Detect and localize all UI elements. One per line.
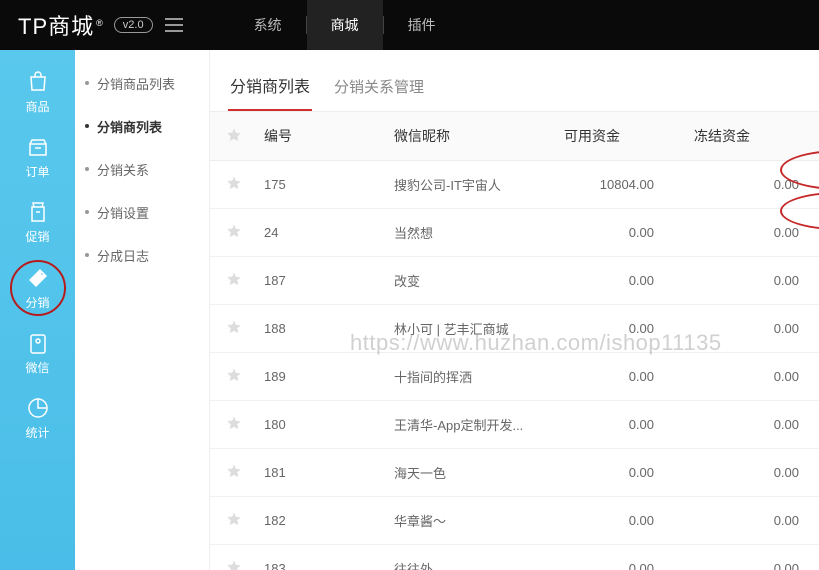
cell-available: 0.00 (554, 353, 684, 401)
top-nav-item[interactable]: 插件 (384, 0, 460, 50)
sidebar-icon-goods[interactable]: 商品 (13, 65, 63, 120)
star-icon[interactable] (210, 161, 254, 209)
cell-available: 0.00 (554, 401, 684, 449)
sub-menu-item[interactable]: 分成日志 (75, 234, 209, 277)
sidebar-icon-promo[interactable]: 促销 (13, 195, 63, 250)
icon-label: 商品 (25, 98, 49, 115)
sidebar-icon-distribution[interactable]: 分销 (10, 260, 66, 316)
cell-id: 188 (254, 305, 384, 353)
cell-nickname: 搜豹公司-IT宇宙人 (384, 161, 554, 209)
table-row[interactable]: 182华章酱～0.000.00 (210, 497, 819, 545)
table-header-row: 编号 微信昵称 可用资金 冻结资金 (210, 112, 819, 161)
cell-available: 0.00 (554, 497, 684, 545)
cell-id: 183 (254, 545, 384, 570)
logo: TP商城® (18, 9, 104, 41)
page-tabs: 分销商列表分销关系管理 (210, 50, 819, 112)
star-icon[interactable] (210, 545, 254, 570)
cell-id: 182 (254, 497, 384, 545)
icon-label: 促销 (25, 228, 49, 245)
cell-id: 187 (254, 257, 384, 305)
menu-toggle-icon[interactable] (165, 18, 183, 32)
version-badge: v2.0 (114, 17, 153, 33)
cell-nickname: 改变 (384, 257, 554, 305)
col-id[interactable]: 编号 (254, 112, 384, 161)
cell-id: 181 (254, 449, 384, 497)
col-star (210, 112, 254, 161)
table-row[interactable]: 175搜豹公司-IT宇宙人10804.000.00 (210, 161, 819, 209)
icon-label: 微信 (25, 359, 49, 376)
cell-frozen: 0.00 (684, 497, 819, 545)
distributor-table: 编号 微信昵称 可用资金 冻结资金 175搜豹公司-IT宇宙人10804.000… (210, 112, 819, 570)
top-nav: 系统商城插件 (230, 0, 460, 50)
cell-available: 0.00 (554, 257, 684, 305)
cell-available: 0.00 (554, 305, 684, 353)
table-row[interactable]: 187改变0.000.00 (210, 257, 819, 305)
sub-menu-item[interactable]: 分销商列表 (75, 105, 209, 148)
icon-label: 统计 (25, 424, 49, 441)
table-row[interactable]: 181海天一色0.000.00 (210, 449, 819, 497)
cell-nickname: 海天一色 (384, 449, 554, 497)
cell-frozen: 0.00 (684, 353, 819, 401)
cell-frozen: 0.00 (684, 161, 819, 209)
icon-sidebar: 商品订单促销分销微信统计 (0, 50, 75, 570)
cell-frozen: 0.00 (684, 305, 819, 353)
icon-label: 分销 (25, 294, 49, 311)
cell-available: 0.00 (554, 545, 684, 570)
cell-nickname: 往往外 (384, 545, 554, 570)
table-row[interactable]: 183往往外0.000.00 (210, 545, 819, 570)
top-nav-item[interactable]: 系统 (230, 0, 306, 50)
star-icon[interactable] (210, 401, 254, 449)
cell-id: 175 (254, 161, 384, 209)
cell-id: 180 (254, 401, 384, 449)
sidebar-icon-stats[interactable]: 统计 (13, 391, 63, 446)
page-tab[interactable]: 分销商列表 (228, 65, 312, 111)
cell-available: 0.00 (554, 209, 684, 257)
cell-nickname: 华章酱～ (384, 497, 554, 545)
top-nav-item[interactable]: 商城 (307, 0, 383, 50)
cell-frozen: 0.00 (684, 257, 819, 305)
sidebar-icon-wechat[interactable]: 微信 (13, 326, 63, 381)
star-icon[interactable] (210, 305, 254, 353)
cell-available: 10804.00 (554, 161, 684, 209)
star-icon[interactable] (210, 353, 254, 401)
cell-nickname: 当然想 (384, 209, 554, 257)
cell-id: 189 (254, 353, 384, 401)
table-row[interactable]: 189十指间的挥洒0.000.00 (210, 353, 819, 401)
sub-menu-item[interactable]: 分销商品列表 (75, 62, 209, 105)
cell-frozen: 0.00 (684, 449, 819, 497)
cell-frozen: 0.00 (684, 401, 819, 449)
col-available[interactable]: 可用资金 (554, 112, 684, 161)
star-icon[interactable] (210, 449, 254, 497)
sidebar-icon-orders[interactable]: 订单 (13, 130, 63, 185)
table-row[interactable]: 180王清华-App定制开发...0.000.00 (210, 401, 819, 449)
table-row[interactable]: 188林小可 | 艺丰汇商城0.000.00 (210, 305, 819, 353)
star-icon[interactable] (210, 257, 254, 305)
cell-available: 0.00 (554, 449, 684, 497)
col-frozen[interactable]: 冻结资金 (684, 112, 819, 161)
icon-label: 订单 (25, 163, 49, 180)
star-icon[interactable] (210, 497, 254, 545)
cell-nickname: 林小可 | 艺丰汇商城 (384, 305, 554, 353)
cell-frozen: 0.00 (684, 545, 819, 570)
table-row[interactable]: 24当然想0.000.00 (210, 209, 819, 257)
cell-frozen: 0.00 (684, 209, 819, 257)
cell-id: 24 (254, 209, 384, 257)
cell-nickname: 十指间的挥洒 (384, 353, 554, 401)
sub-menu-item[interactable]: 分销关系 (75, 148, 209, 191)
top-header: TP商城® v2.0 系统商城插件 (0, 0, 819, 50)
logo-area: TP商城® v2.0 (0, 9, 195, 41)
col-nickname[interactable]: 微信昵称 (384, 112, 554, 161)
sub-sidebar: 分销商品列表分销商列表分销关系分销设置分成日志 (75, 50, 210, 570)
cell-nickname: 王清华-App定制开发... (384, 401, 554, 449)
sub-menu-item[interactable]: 分销设置 (75, 191, 209, 234)
content-area: 分销商列表分销关系管理 编号 微信昵称 可用资金 冻结资金 175搜豹公司-IT… (210, 50, 819, 570)
page-tab[interactable]: 分销关系管理 (332, 68, 426, 109)
star-icon[interactable] (210, 209, 254, 257)
